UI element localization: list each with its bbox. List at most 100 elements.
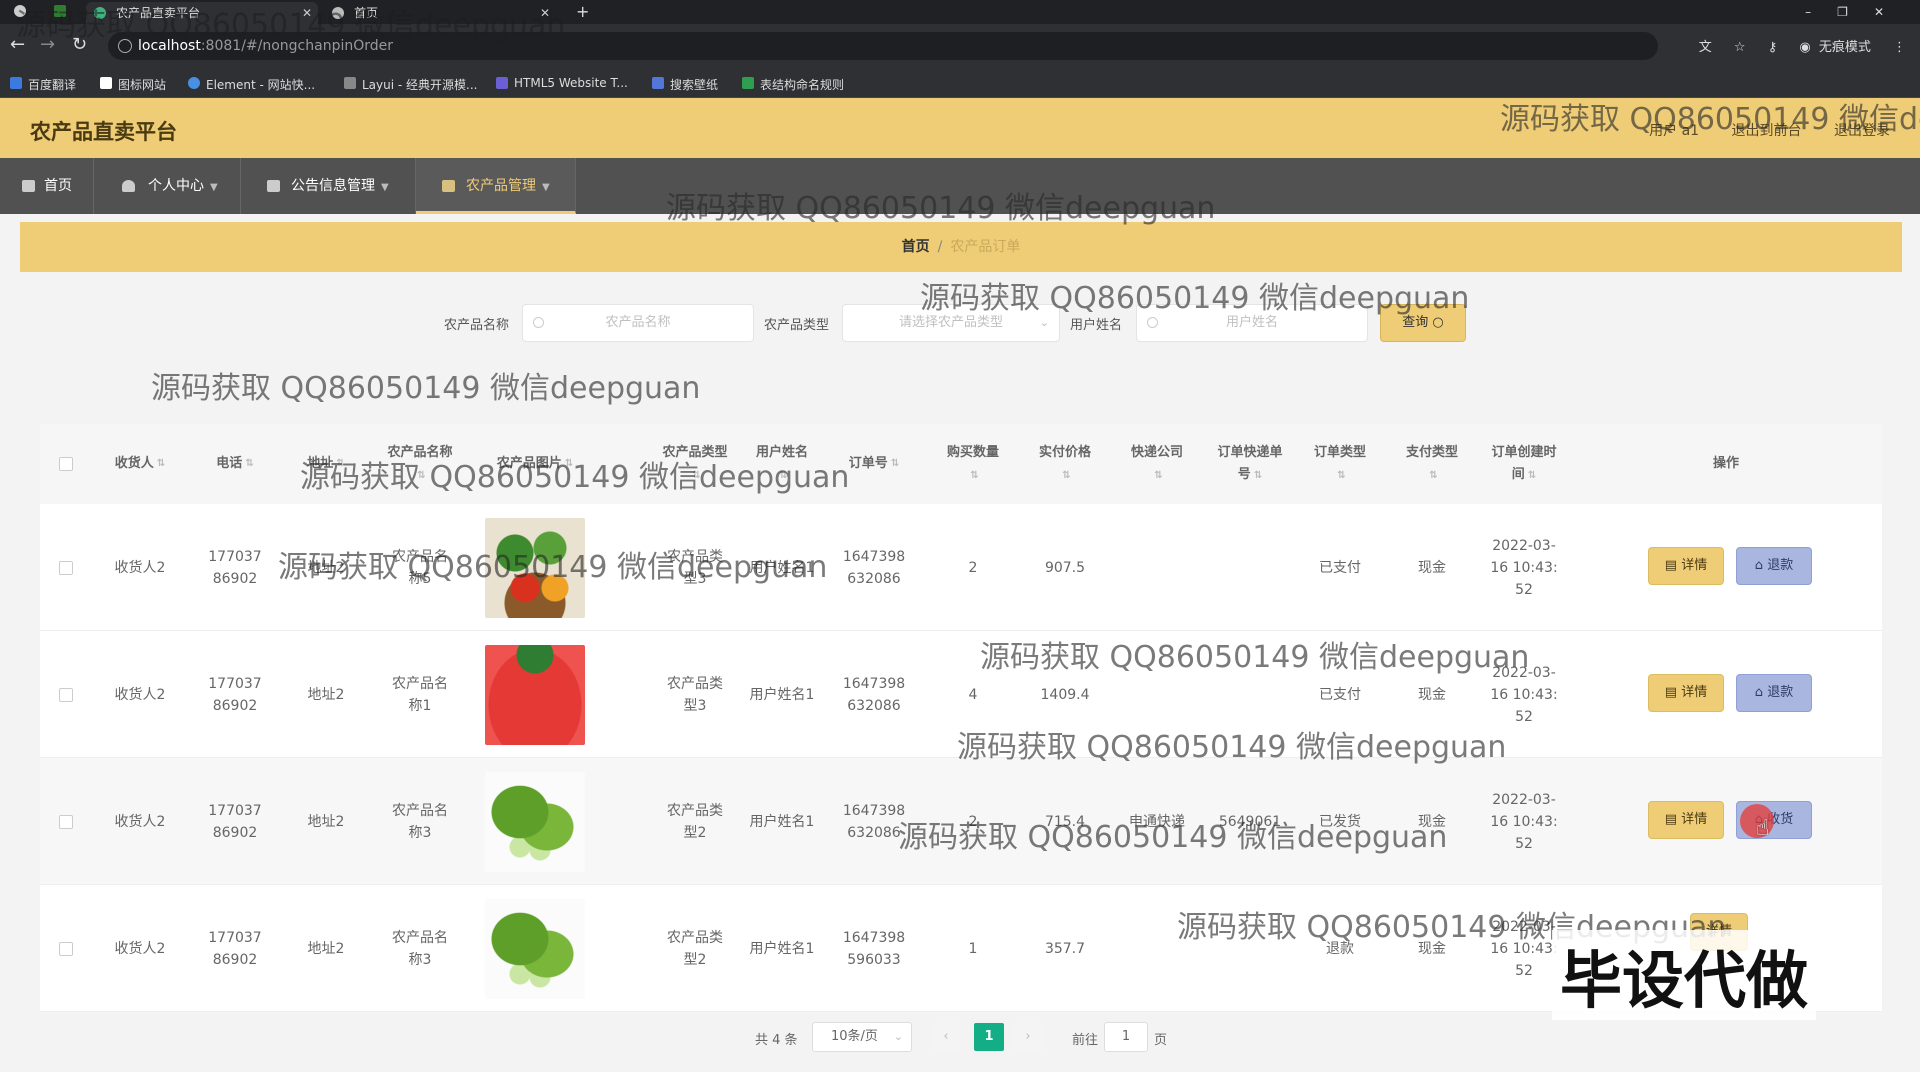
created-time-value: 2022-03-16 10:43:52 bbox=[1490, 537, 1558, 598]
refund-button[interactable]: ⌂ 退款 bbox=[1736, 674, 1812, 712]
prev-page-button[interactable]: ‹ bbox=[932, 1023, 960, 1051]
detail-button-label: 详情 bbox=[1681, 558, 1708, 573]
row-checkbox[interactable] bbox=[59, 687, 73, 702]
breadcrumb-home[interactable]: 首页 bbox=[902, 239, 930, 255]
sort-icon[interactable]: ⇅ bbox=[1154, 470, 1162, 481]
price-cell: 907.5 bbox=[1044, 559, 1086, 576]
column-header[interactable]: 购买数量 ⇅ bbox=[924, 424, 1022, 504]
column-header[interactable]: 订单创建时间 ⇅ bbox=[1478, 424, 1570, 504]
bookmark-item[interactable]: 图标网站 bbox=[100, 76, 166, 93]
refund-button-label: 退款 bbox=[1767, 685, 1794, 700]
incognito-icon[interactable]: ◉ bbox=[1799, 40, 1810, 55]
user-name-cell: 用户姓名1 bbox=[749, 813, 815, 830]
product-name-cell: 农产品名称3 bbox=[370, 885, 470, 1012]
chevron-down-icon: ▼ bbox=[381, 182, 389, 193]
next-page-button[interactable]: › bbox=[1014, 1023, 1042, 1051]
detail-button[interactable]: ▤ 详情 bbox=[1648, 674, 1724, 712]
search-icon bbox=[533, 317, 544, 328]
order-number-cell: 1647398596033 bbox=[824, 885, 924, 1012]
bookmark-icon bbox=[496, 77, 508, 89]
row-select-cell bbox=[40, 504, 92, 631]
window-controls: –❐✕ bbox=[1805, 0, 1910, 24]
bookmark-label: 图标网站 bbox=[118, 78, 167, 92]
bookmark-item[interactable]: 搜索壁纸 bbox=[652, 76, 718, 93]
bookmark-star-icon[interactable]: ☆ bbox=[1734, 40, 1746, 55]
row-select-cell bbox=[40, 631, 92, 758]
column-header[interactable]: 收货人 ⇅ bbox=[92, 424, 188, 504]
column-header[interactable]: 订单快递单号 ⇅ bbox=[1206, 424, 1294, 504]
row-checkbox[interactable] bbox=[59, 560, 73, 575]
header-label: 订单号 bbox=[848, 456, 888, 471]
restore-icon[interactable]: ❐ bbox=[1837, 5, 1874, 19]
sort-icon[interactable]: ⇅ bbox=[1528, 470, 1536, 481]
select-all-checkbox[interactable] bbox=[59, 457, 73, 471]
new-tab-button[interactable]: + bbox=[576, 2, 589, 21]
menu-item-notice-management[interactable]: 公告信息管理 ▼ bbox=[241, 158, 416, 214]
page-size-select[interactable]: 10条/页 ⌄ bbox=[812, 1022, 912, 1052]
pay-type-cell: 现金 bbox=[1418, 559, 1446, 576]
bookmark-item[interactable]: Layui - 经典开源模... bbox=[344, 76, 477, 93]
product-type-placeholder: 请选择农产品类型 bbox=[898, 315, 1003, 330]
row-select-cell bbox=[40, 885, 92, 1012]
chevron-down-icon: ⌄ bbox=[893, 1030, 903, 1043]
product-image-cucumber[interactable] bbox=[485, 898, 585, 999]
detail-button[interactable]: ▤ 详情 bbox=[1648, 547, 1724, 585]
bookmark-label: Element - 网站快... bbox=[206, 78, 316, 92]
product-name-input[interactable]: 农产品名称 bbox=[522, 304, 754, 342]
more-icon[interactable]: ⋮ bbox=[1893, 40, 1906, 55]
sort-icon[interactable]: ⇅ bbox=[1062, 470, 1070, 481]
bookmark-item[interactable]: HTML5 Website T... bbox=[496, 76, 628, 90]
detail-button-label: 详情 bbox=[1681, 685, 1708, 700]
column-header[interactable]: 实付价格 ⇅ bbox=[1022, 424, 1108, 504]
column-header[interactable]: 订单类型 ⇅ bbox=[1294, 424, 1386, 504]
product-type-value: 农产品类型2 bbox=[667, 929, 723, 968]
breadcrumb-current: 农产品订单 bbox=[950, 239, 1021, 255]
sort-icon[interactable]: ⇅ bbox=[891, 453, 899, 475]
price-cell: 357.7 bbox=[1044, 940, 1086, 957]
refund-button[interactable]: ⌂ 退款 bbox=[1736, 547, 1812, 585]
column-header[interactable]: 快递公司 ⇅ bbox=[1108, 424, 1206, 504]
product-image-cucumber[interactable] bbox=[485, 771, 585, 872]
column-header[interactable]: 支付类型 ⇅ bbox=[1386, 424, 1478, 504]
sort-icon[interactable]: ⇅ bbox=[245, 453, 253, 475]
menu-item-label: 公告信息管理 bbox=[291, 178, 375, 194]
sort-icon[interactable]: ⇅ bbox=[157, 453, 165, 475]
phone-value: 17703786902 bbox=[208, 548, 262, 587]
sort-icon[interactable]: ⇅ bbox=[970, 470, 978, 481]
menu-item-product-management[interactable]: 农产品管理 ▼ bbox=[416, 158, 576, 214]
bookmark-icon bbox=[10, 77, 22, 89]
watermark-text: 源码获取 QQ86050149 微信deepguan bbox=[278, 550, 828, 585]
row-select-cell bbox=[40, 758, 92, 885]
sort-icon[interactable]: ⇅ bbox=[1254, 470, 1262, 481]
profile-label[interactable]: 无痕模式 bbox=[1819, 40, 1871, 55]
detail-button[interactable]: ▤ 详情 bbox=[1648, 801, 1724, 839]
mouse-cursor-icon: ☝ bbox=[1756, 816, 1770, 841]
watermark-text: 源码获取 QQ86050149 微信deepguan bbox=[957, 730, 1507, 765]
minimize-icon[interactable]: – bbox=[1805, 5, 1837, 19]
bookmark-item[interactable]: Element - 网站快... bbox=[188, 76, 315, 93]
goto-page-input[interactable]: 1 bbox=[1104, 1022, 1148, 1052]
key-icon[interactable]: ⚷ bbox=[1768, 40, 1778, 55]
column-header[interactable]: 电话 ⇅ bbox=[188, 424, 282, 504]
menu-item-personal-center[interactable]: 个人中心 ▼ bbox=[94, 158, 241, 214]
product-type-label: 农产品类型 bbox=[764, 318, 830, 333]
page-number-current[interactable]: 1 bbox=[974, 1023, 1004, 1051]
sort-icon[interactable]: ⇅ bbox=[1429, 470, 1437, 481]
phone-value: 17703786902 bbox=[208, 929, 262, 968]
bookmark-item[interactable]: 表结构命名规则 bbox=[742, 76, 844, 93]
megaphone-icon bbox=[267, 180, 280, 192]
close-window-icon[interactable]: ✕ bbox=[1874, 5, 1910, 19]
translate-icon[interactable]: 文 bbox=[1699, 40, 1712, 55]
product-image-strawberry[interactable] bbox=[485, 644, 585, 745]
sort-icon[interactable]: ⇅ bbox=[1337, 470, 1345, 481]
menu-item-home[interactable]: 首页 bbox=[0, 158, 94, 214]
header-label: 操作 bbox=[1712, 456, 1739, 471]
product-name-label: 农产品名称 bbox=[444, 318, 510, 333]
product-name-value: 农产品名称3 bbox=[392, 802, 448, 841]
row-checkbox[interactable] bbox=[59, 941, 73, 956]
chevron-down-icon: ▼ bbox=[542, 182, 550, 193]
bookmark-item[interactable]: 百度翻译 bbox=[10, 76, 76, 93]
bookmark-icon bbox=[742, 77, 754, 89]
row-checkbox[interactable] bbox=[59, 814, 73, 829]
quantity-cell: 2 bbox=[968, 559, 978, 576]
